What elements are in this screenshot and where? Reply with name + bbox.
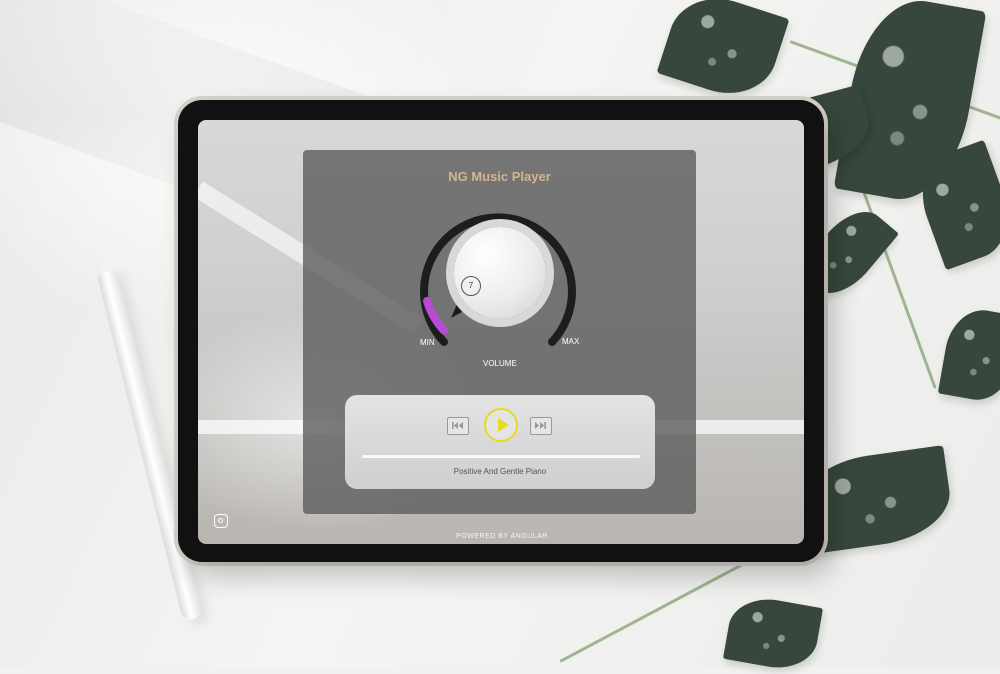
volume-max-label: MAX [562, 337, 580, 346]
track-name: Positive And Gentle Piano [453, 467, 547, 476]
powered-by-footer: POWERED BY ANGULAR [456, 533, 548, 540]
volume-dial[interactable] [0, 0, 1000, 667]
next-button[interactable] [530, 417, 552, 435]
volume-value: 7 [461, 276, 481, 296]
previous-button[interactable] [447, 417, 469, 435]
instagram-icon[interactable] [214, 514, 228, 528]
track-progress-bar[interactable] [362, 455, 640, 458]
volume-min-label: MIN [420, 338, 435, 347]
volume-pointer [451, 302, 462, 318]
volume-knob[interactable] [454, 227, 546, 319]
play-button[interactable] [484, 408, 518, 442]
skip-next-icon [535, 422, 546, 429]
skip-previous-icon [452, 422, 463, 429]
volume-label: VOLUME [483, 359, 517, 368]
